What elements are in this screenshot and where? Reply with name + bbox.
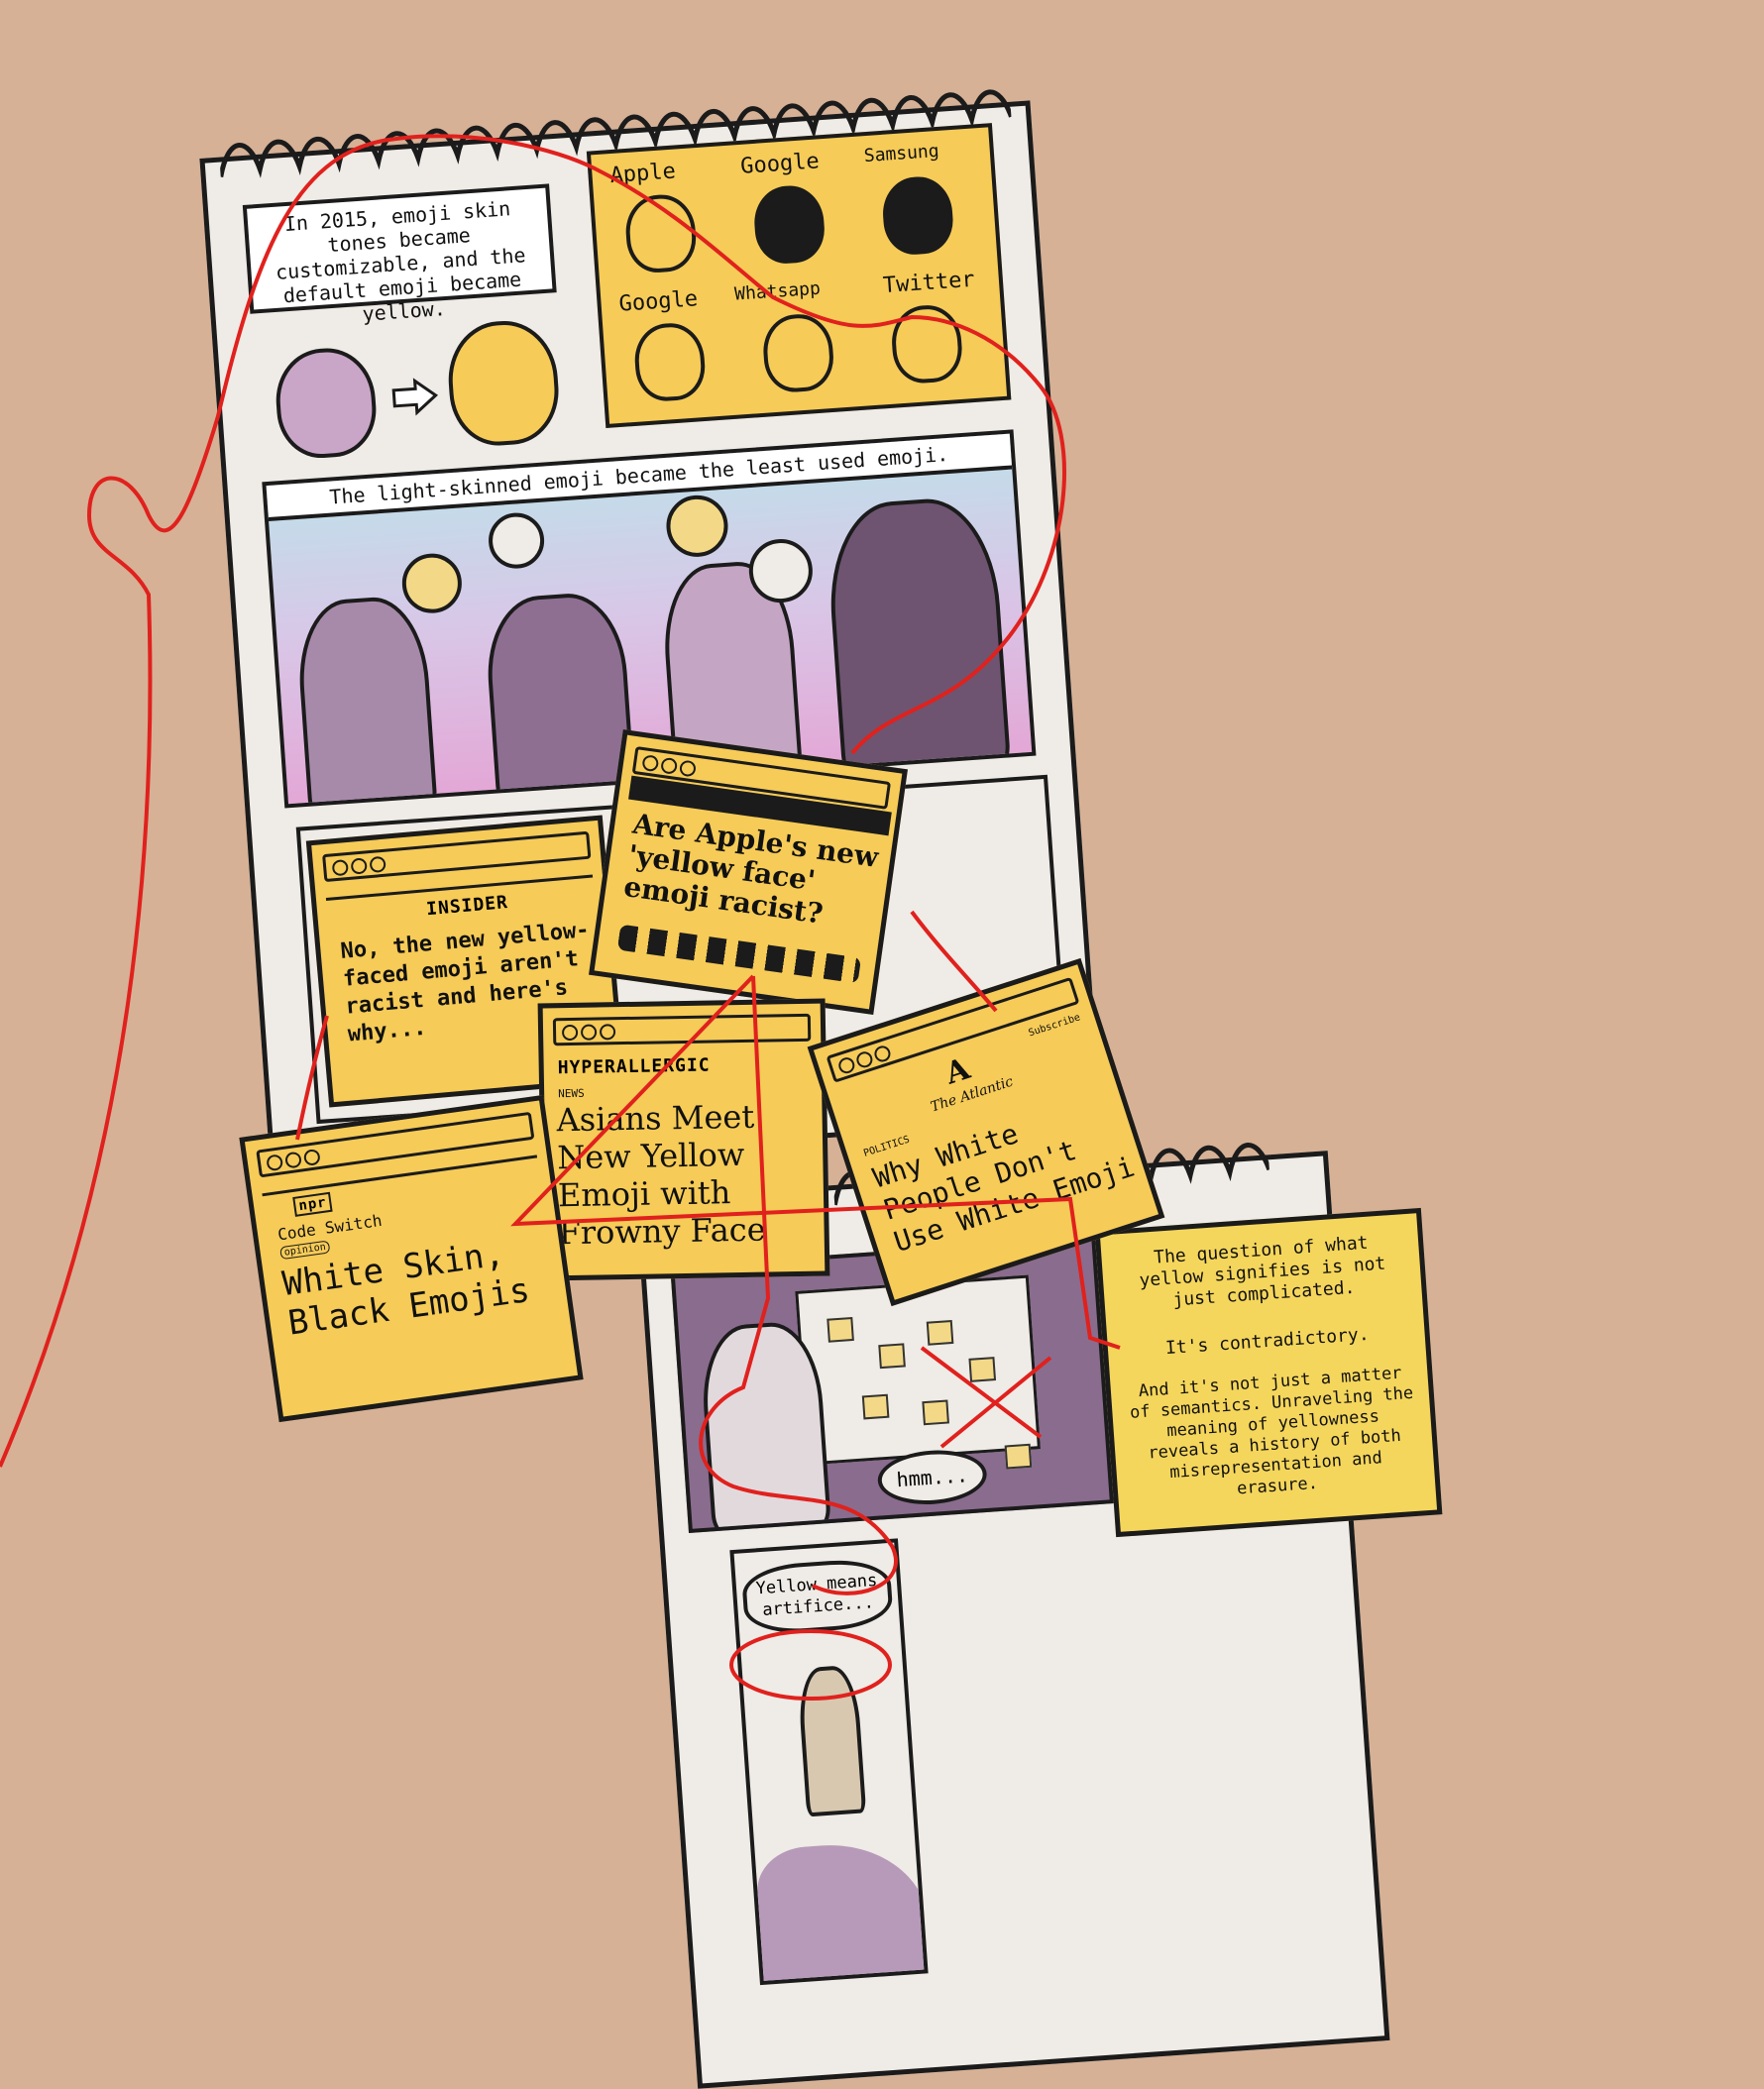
vendor-label-samsung: Samsung [863,140,940,167]
emoji-vendor-grid: Apple Google Samsung Google Whatsapp Twi… [586,123,1012,429]
caption-semantics: And it's not just a matter of semantics.… [1129,1363,1414,1499]
npr-tag: opinion [279,1240,331,1261]
atlantic-logo: A [940,1051,974,1092]
vendor-label-google-2: Google [617,286,699,317]
sticky-note [1004,1443,1033,1470]
npr-section: Code Switch [276,1210,384,1245]
twitter-emoji-icon [889,302,964,385]
caption-question: The question of what yellow signifies is… [1138,1232,1386,1311]
person-2-hijab [483,590,636,808]
sticky-note [926,1319,954,1346]
fist-icon [664,493,730,559]
google-emoji-icon [751,183,827,266]
light-skin-face [273,345,380,462]
browser-bar [552,1013,812,1046]
purple-floor-shadow [754,1838,929,1986]
standing-figure [796,1664,867,1817]
corkboard [795,1274,1041,1466]
sticky-note [968,1357,997,1382]
speech-artifice-text: Yellow means artifice... [755,1570,878,1621]
hyperallergic-section: NEWS [558,1086,585,1101]
samsung-emoji-icon [880,174,955,257]
hyperallergic-headline: Asians Meet New Yellow Emoji with Frowny… [556,1097,766,1253]
hyperallergic-brand: HYPERALLERGIC [557,1054,711,1079]
sticky-note [827,1316,854,1343]
semantics-card: The question of what yellow signifies is… [1094,1207,1443,1538]
sticky-note [861,1393,890,1420]
speech-hmm-text: hmm... [895,1463,969,1492]
insider-brand: INSIDER [425,892,509,921]
caption-intro: In 2015, emoji skin tones became customi… [242,183,557,326]
vendor-label-apple: Apple [608,159,677,189]
speech-artifice: Yellow means artifice... [740,1556,895,1637]
person-4 [824,495,1012,784]
sticky-note [922,1399,949,1426]
face-transition [252,311,578,472]
npr-brand: npr [292,1191,333,1217]
article-npr-code-switch[interactable]: npr Code Switch opinion White Skin, Blac… [239,1094,584,1423]
atlantic-headline: Why White People Don't Use White Emoji [868,1117,1139,1260]
article-hyperallergic[interactable]: HYPERALLERGIC NEWS Asians Meet New Yello… [537,998,830,1281]
person-1 [293,594,438,809]
wave-hand-icon [487,510,546,571]
vendor-label-twitter: Twitter [882,267,976,299]
artifice-panel: Yellow means artifice... [729,1538,929,1986]
caption-contradictory: It's contradictory. [1164,1323,1371,1360]
arrow-right-icon [391,378,439,416]
article-apple-yellow-face[interactable]: Are Apple's new 'yellow face' emoji raci… [589,729,908,1015]
thumbs-up-icon [399,551,464,615]
vendor-label-google: Google [739,149,821,179]
apple-emoji-icon [623,192,699,275]
emoji-row-icon [616,924,862,984]
google-new-emoji-icon [632,321,708,403]
sticky-note [878,1343,906,1370]
whatsapp-emoji-icon [760,311,836,394]
vendor-label-whatsapp: Whatsapp [733,277,822,305]
yellow-face [444,317,563,449]
